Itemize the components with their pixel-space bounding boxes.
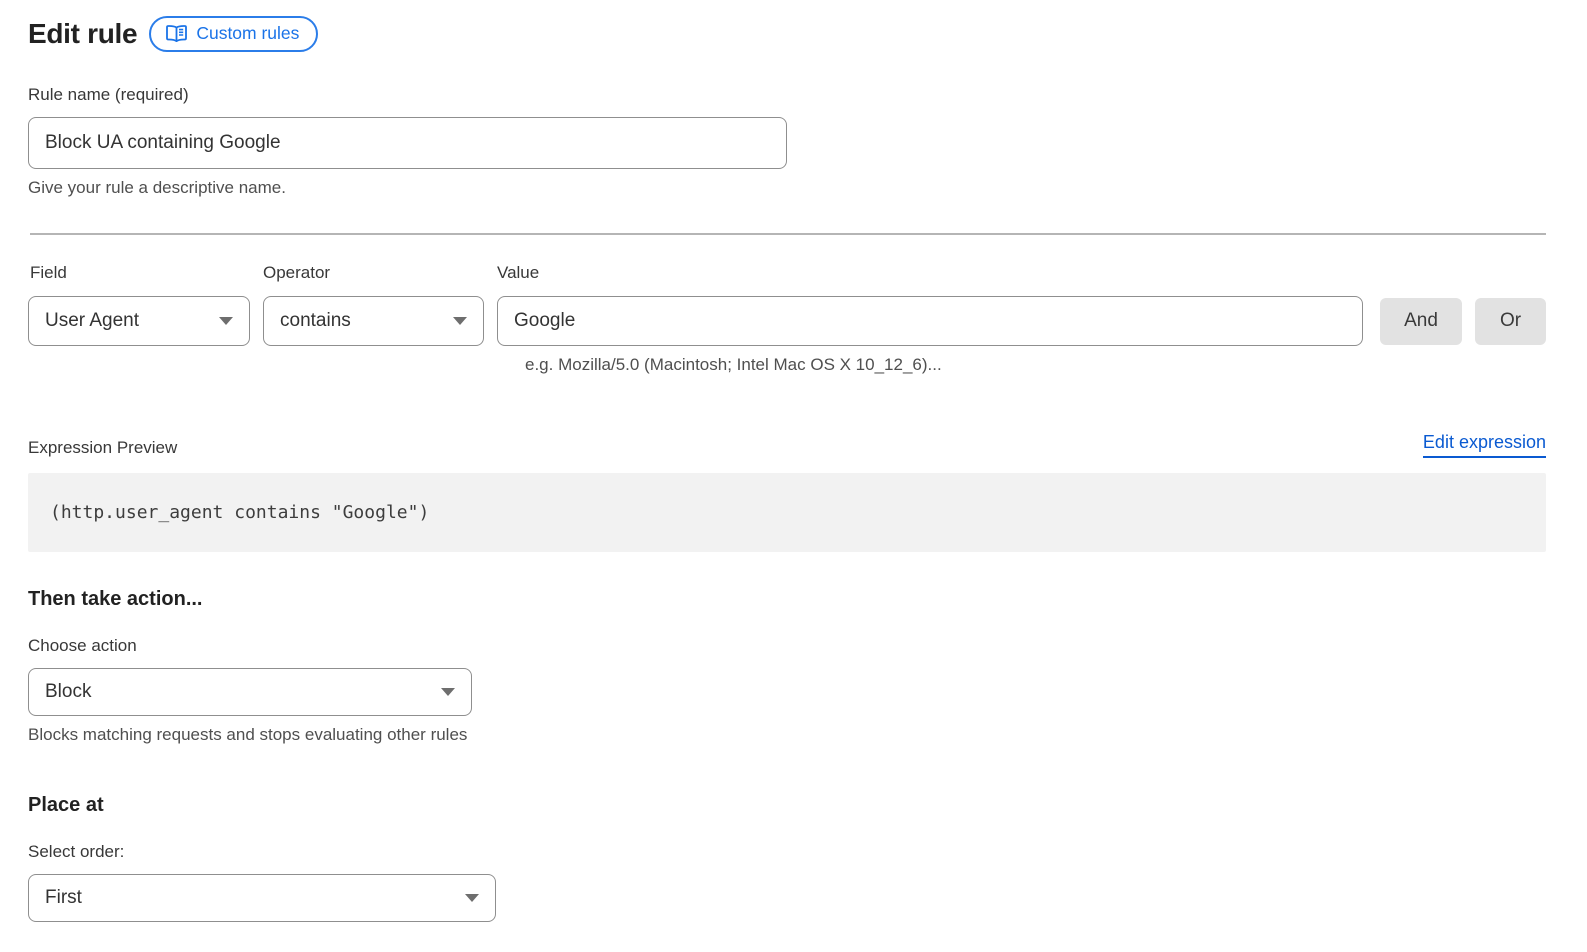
builder-row: User Agent contains And Or [28,296,1546,346]
rule-name-input[interactable] [28,117,787,169]
place-at-heading: Place at [28,794,1546,817]
order-select[interactable]: First [28,874,496,922]
operator-select[interactable]: contains [263,296,484,346]
field-select-value: User Agent [45,310,139,332]
chevron-down-icon [465,894,479,902]
chevron-down-icon [441,688,455,696]
expression-preview-code: (http.user_agent contains "Google") [28,473,1546,552]
section-divider [30,233,1546,235]
edit-rule-page: Edit rule Custom rules Rule name (requir… [28,0,1546,922]
rule-name-section: Rule name (required) Give your rule a de… [28,85,1546,198]
action-heading: Then take action... [28,588,1546,611]
operator-label: Operator [263,263,497,283]
placement-section: Place at Select order: First [28,794,1546,922]
select-order-label: Select order: [28,842,1546,862]
field-select[interactable]: User Agent [28,296,250,346]
action-select-value: Block [45,681,91,703]
custom-rules-button-label: Custom rules [196,23,299,44]
rule-name-help: Give your rule a descriptive name. [28,178,1546,198]
expression-preview-header: Expression Preview Edit expression [28,432,1546,458]
action-help: Blocks matching requests and stops evalu… [28,725,1546,745]
operator-select-value: contains [280,310,351,332]
value-help: e.g. Mozilla/5.0 (Macintosh; Intel Mac O… [525,355,1546,375]
order-select-value: First [45,887,82,909]
custom-rules-button[interactable]: Custom rules [149,16,318,52]
or-button[interactable]: Or [1475,298,1546,345]
choose-action-label: Choose action [28,636,1546,656]
builder-labels-row: Field Operator Value [28,263,1546,283]
page-header: Edit rule Custom rules [28,16,1546,52]
edit-expression-link[interactable]: Edit expression [1423,432,1546,458]
rule-name-label: Rule name (required) [28,85,1546,105]
and-button[interactable]: And [1380,298,1462,345]
action-select[interactable]: Block [28,668,472,716]
open-book-icon [166,25,187,42]
chevron-down-icon [453,317,467,325]
expression-preview-label: Expression Preview [28,438,177,458]
page-title: Edit rule [28,18,137,50]
field-label: Field [28,263,263,283]
value-label: Value [497,263,539,283]
action-section: Then take action... Choose action Block … [28,588,1546,745]
value-input[interactable] [497,296,1363,346]
chevron-down-icon [219,317,233,325]
